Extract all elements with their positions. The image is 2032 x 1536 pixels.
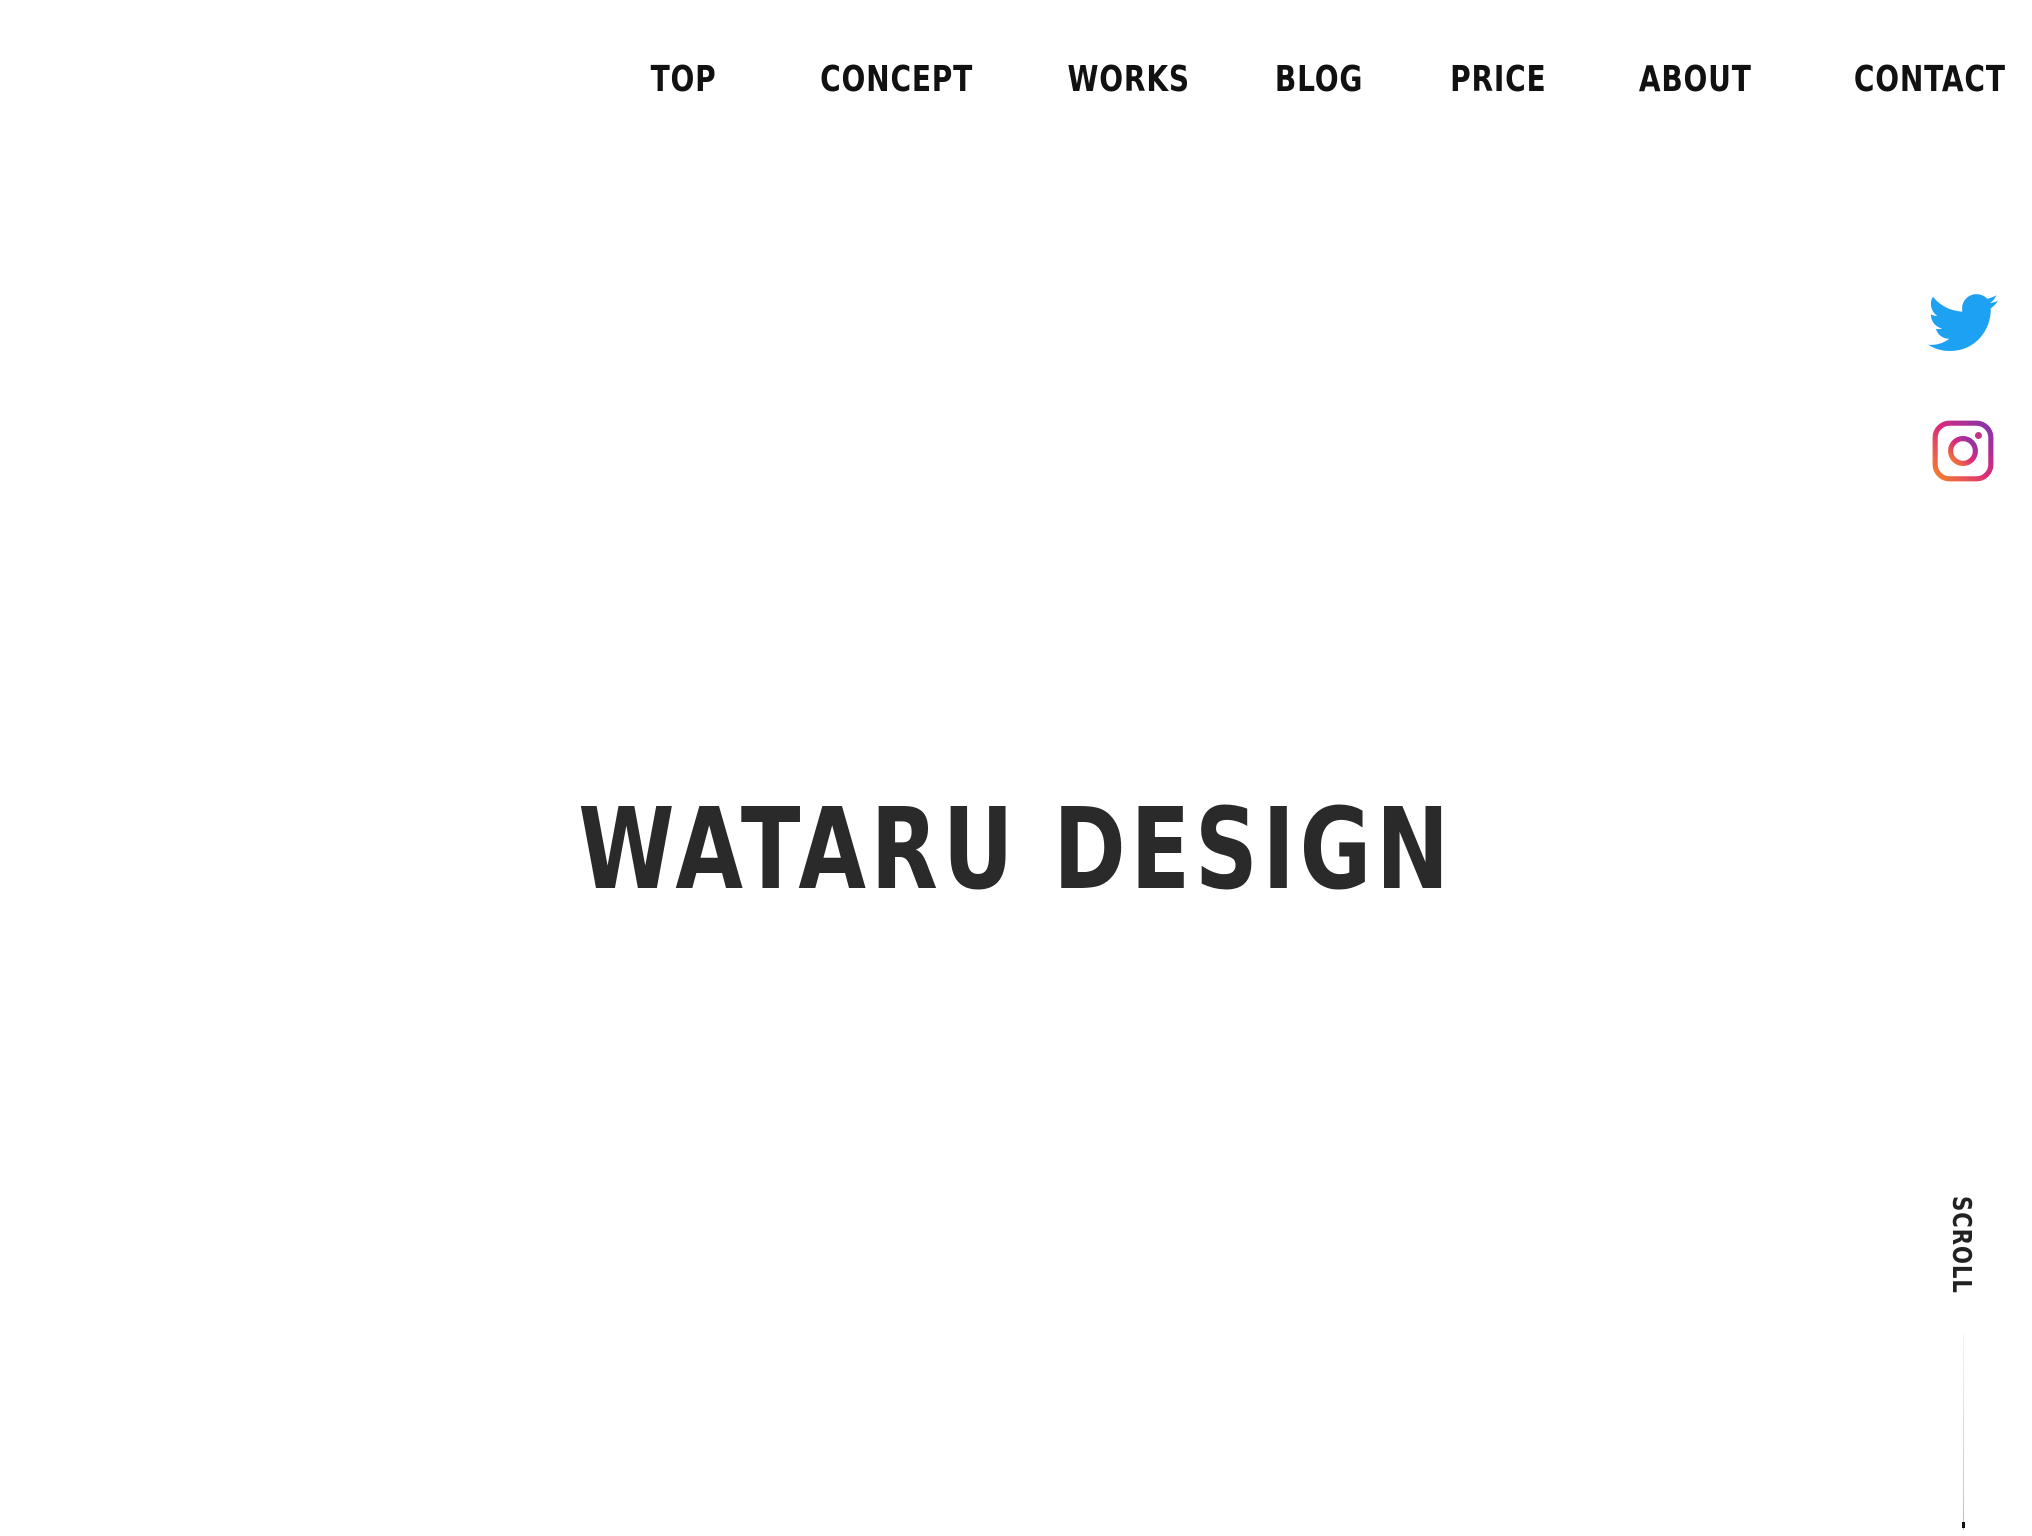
scroll-dot: [1962, 1522, 1965, 1528]
instagram-link[interactable]: [1928, 418, 1998, 484]
twitter-icon: [1928, 292, 1998, 354]
nav-item-works[interactable]: WORKS: [1067, 52, 1189, 108]
nav-item-contact[interactable]: CONTACT: [1854, 52, 2006, 108]
instagram-icon: [1928, 418, 1998, 484]
nav-item-price[interactable]: PRICE: [1450, 52, 1546, 108]
twitter-link[interactable]: [1928, 292, 1998, 354]
site-title: WATARU DESIGN: [578, 785, 1454, 916]
nav-item-concept[interactable]: CONCEPT: [820, 52, 973, 108]
scroll-label: SCROLL: [1946, 1196, 1976, 1294]
nav-item-about[interactable]: ABOUT: [1638, 52, 1751, 108]
nav-item-top[interactable]: TOP: [651, 52, 717, 108]
scroll-indicator[interactable]: SCROLL: [1944, 1196, 1984, 1536]
scroll-line: [1963, 1334, 1964, 1530]
nav-item-blog[interactable]: BLOG: [1275, 52, 1363, 108]
main-nav: TOP CONCEPT WORKS BLOG PRICE ABOUT CONTA…: [632, 52, 2006, 108]
